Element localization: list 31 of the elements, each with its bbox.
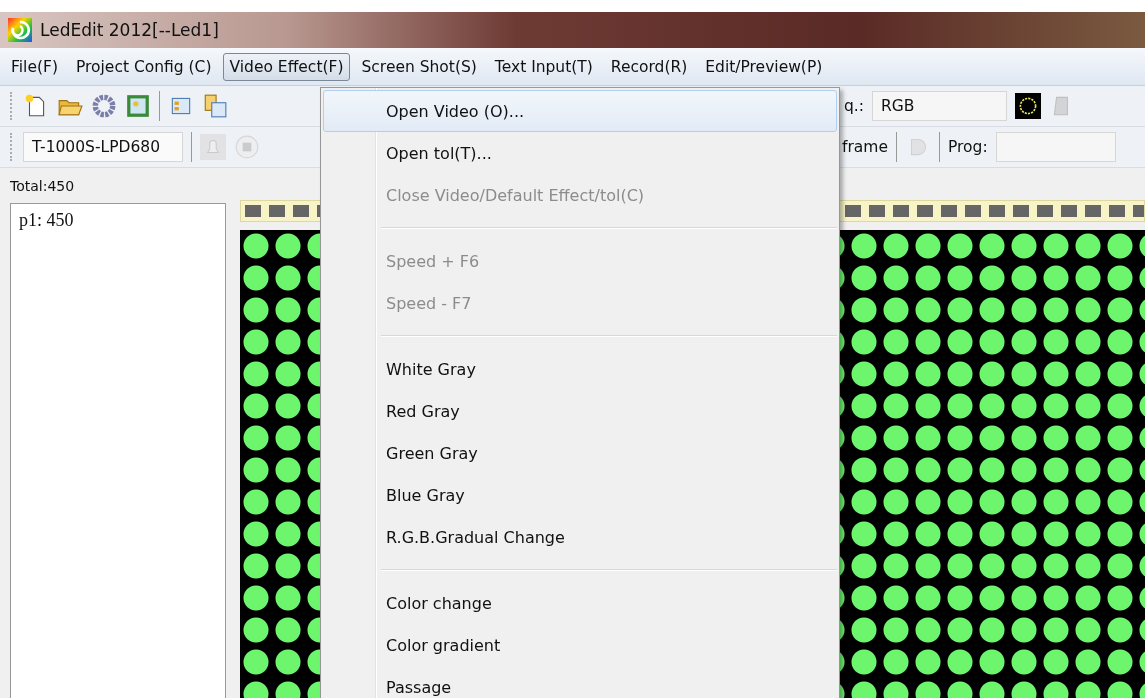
menu-item[interactable]: Text Input(T) [487, 52, 600, 81]
dropdown-menu-item[interactable]: Red Gray [323, 390, 837, 432]
copy-window-icon[interactable] [202, 93, 228, 119]
menu-item[interactable]: Project Config (C) [68, 52, 219, 81]
settings-icon[interactable] [91, 93, 117, 119]
menu-item[interactable]: Record(R) [603, 52, 695, 81]
color-order-label: q.: [844, 97, 864, 115]
dropdown-menu-item[interactable]: White Gray [323, 348, 837, 390]
app-logo-icon [8, 18, 32, 42]
total-label: Total:450 [10, 176, 76, 196]
prog-label: Prog: [947, 138, 988, 156]
dropdown-menu-item[interactable]: Green Gray [323, 432, 837, 474]
dropdown-menu-item[interactable]: Open tol(T)... [323, 132, 837, 174]
controller-field[interactable]: T-1000S-LPD680 [23, 132, 183, 162]
frame-label: frame [842, 138, 888, 156]
menu-item[interactable]: Edit/Preview(P) [698, 52, 830, 81]
ring-icon[interactable] [1015, 93, 1041, 119]
program-item[interactable]: p1: 450 [19, 210, 217, 231]
menu-item[interactable]: Video Effect(F) [222, 52, 351, 81]
dropdown-menu-item[interactable]: Passage [323, 666, 837, 698]
dropdown-menu-item[interactable]: Blue Gray [323, 474, 837, 516]
dropdown-menu-item[interactable]: Color gradient [323, 624, 837, 666]
menu-item[interactable]: Screen Shot(S) [354, 52, 484, 81]
window-title: LedEdit 2012[--Led1] [40, 20, 219, 40]
picture-icon[interactable] [125, 93, 151, 119]
dropdown-menu-item[interactable]: R.G.B.Gradual Change [323, 516, 837, 558]
dropdown-menu-item[interactable]: Color change [323, 582, 837, 624]
prog-field[interactable] [995, 132, 1116, 162]
color-order-field[interactable]: RGB [872, 91, 1007, 121]
menu-item[interactable]: File(F) [4, 52, 65, 81]
dropdown-menu-item[interactable]: Open Video (O)... [323, 90, 837, 132]
